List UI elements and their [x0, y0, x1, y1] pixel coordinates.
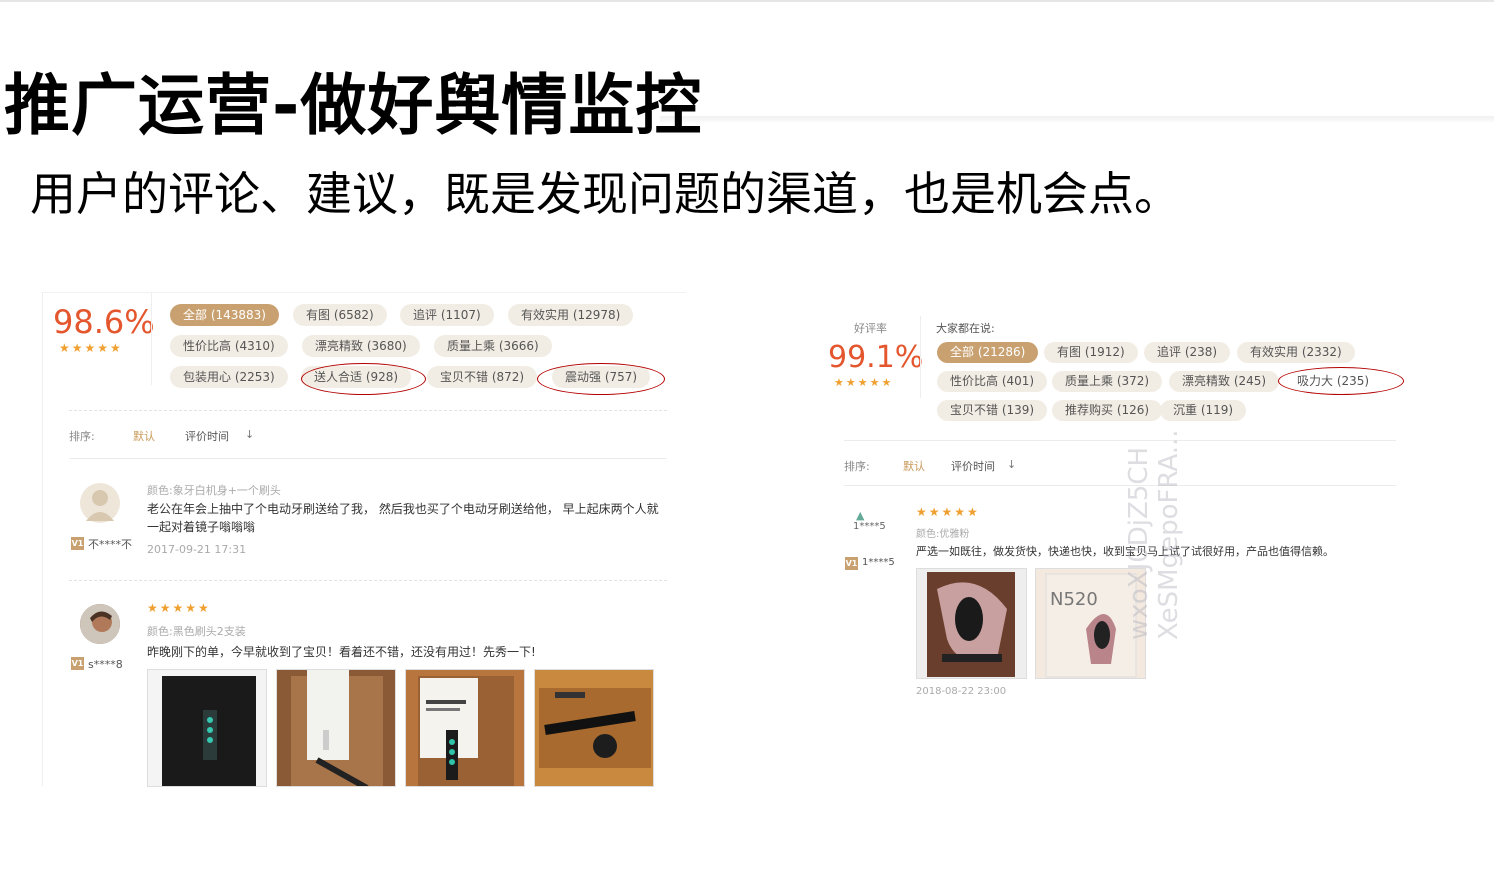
review-spec: 颜色:优雅粉: [916, 529, 970, 540]
tag-all[interactable]: 全部 (143883): [170, 304, 279, 326]
reviewer-name: s****8: [88, 658, 123, 671]
tag-beautiful[interactable]: 漂亮精致 (3680): [302, 335, 420, 357]
review-stars: ★★★★★: [147, 601, 211, 615]
slide-title: 推广运营-做好舆情监控: [4, 67, 703, 144]
top-border: [0, 0, 1494, 2]
sort-default[interactable]: 默认: [903, 458, 925, 474]
sort-arrow: ↓: [245, 428, 255, 441]
highlight-ring-gift: [301, 363, 426, 395]
review-date: 2018-08-22 23:00: [916, 686, 1007, 697]
sort-arrow: ↓: [1007, 458, 1017, 471]
reviewer-name: 1****5: [862, 557, 895, 568]
positive-rate: 99.1%: [828, 340, 924, 375]
reviewer-name: 不****不: [88, 538, 132, 551]
review-photo[interactable]: [147, 669, 267, 787]
tag-good-item[interactable]: 宝贝不错 (139): [937, 400, 1048, 421]
level-badge: V1: [71, 537, 84, 550]
highlight-ring-suction: [1278, 367, 1404, 395]
svg-text:N520: N520: [1050, 589, 1098, 610]
review-photo[interactable]: [276, 669, 396, 787]
tag-quality[interactable]: 质量上乘 (3666): [434, 335, 552, 357]
review-photo[interactable]: [405, 669, 525, 787]
positive-rate: 98.6%: [53, 303, 155, 341]
divider: [844, 485, 1396, 486]
avatar: [80, 483, 120, 523]
tag-with-photo[interactable]: 有图 (6582): [293, 304, 387, 326]
review-photo[interactable]: [534, 669, 654, 787]
review-spec: 颜色:黑色刷头2支装: [147, 625, 246, 638]
tag-beautiful[interactable]: 漂亮精致 (245): [1169, 371, 1280, 392]
title-underline-band: [660, 116, 1494, 122]
tag-useful[interactable]: 有效实用 (2332): [1237, 342, 1355, 363]
sort-by-time[interactable]: 评价时间: [185, 428, 229, 444]
left-review-panel: 98.6% ★★★★★ 全部 (143883) 有图 (6582) 追评 (11…: [42, 292, 686, 787]
slide-subtitle: 用户的评论、建议，既是发现问题的渠道，也是机会点。: [30, 167, 1180, 221]
tag-value[interactable]: 性价比高 (401): [937, 371, 1048, 392]
tag-good-item[interactable]: 宝贝不错 (872): [427, 366, 538, 388]
tag-follow-up[interactable]: 追评 (238): [1144, 342, 1231, 363]
sort-default[interactable]: 默认: [133, 428, 155, 444]
review-stars: ★★★★★: [916, 505, 980, 519]
tag-heavy[interactable]: 沉重 (119): [1160, 400, 1247, 421]
review-photo[interactable]: [916, 568, 1027, 679]
rating-stars: ★★★★★: [59, 341, 123, 355]
avatar-alt-name: 1****5: [853, 521, 886, 532]
tag-all[interactable]: 全部 (21286): [937, 342, 1039, 363]
review-date: 2017-09-21 17:31: [147, 543, 247, 556]
rate-divider: [151, 293, 152, 385]
tag-useful[interactable]: 有效实用 (12978): [508, 304, 634, 326]
tag-packaging[interactable]: 包装用心 (2253): [170, 366, 288, 388]
watermark-text: wxoXJ0DjZ5CH: [1124, 446, 1154, 640]
right-review-panel: 好评率 99.1% ★★★★★ 大家都在说: 全部 (21286) 有图 (19…: [818, 300, 1414, 700]
divider: [69, 580, 667, 581]
divider: [69, 410, 667, 411]
tag-value[interactable]: 性价比高 (4310): [170, 335, 288, 357]
review-text: 老公在年会上抽中了个电动牙刷送给了我， 然后我也买了个电动牙刷送给他， 早上起床…: [147, 502, 659, 534]
sort-label: 排序:: [69, 430, 95, 443]
tag-quality[interactable]: 质量上乘 (372): [1052, 371, 1163, 392]
tag-follow-up[interactable]: 追评 (1107): [400, 304, 494, 326]
review-text: 昨晚刚下的单，今早就收到了宝贝！看着还不错，还没有用过！先秀一下!: [147, 645, 536, 659]
sort-by-time[interactable]: 评价时间: [951, 458, 995, 474]
level-badge: V1: [845, 557, 858, 570]
everyone-says-label: 大家都在说:: [936, 322, 995, 335]
divider: [69, 458, 667, 459]
level-badge: V1: [71, 657, 84, 670]
rating-stars: ★★★★★: [834, 376, 894, 389]
positive-rate-label: 好评率: [854, 322, 887, 335]
watermark-text: XeSMgepoFRA...: [1154, 429, 1184, 640]
rate-divider: [920, 316, 921, 398]
avatar: [80, 604, 120, 644]
highlight-ring-vibration: [537, 363, 665, 395]
review-spec: 颜色:象牙白机身+一个刷头: [147, 484, 281, 497]
tag-recommend[interactable]: 推荐购买 (126): [1052, 400, 1163, 421]
sort-label: 排序:: [844, 460, 870, 473]
divider: [844, 440, 1396, 441]
tag-with-photo[interactable]: 有图 (1912): [1044, 342, 1138, 363]
